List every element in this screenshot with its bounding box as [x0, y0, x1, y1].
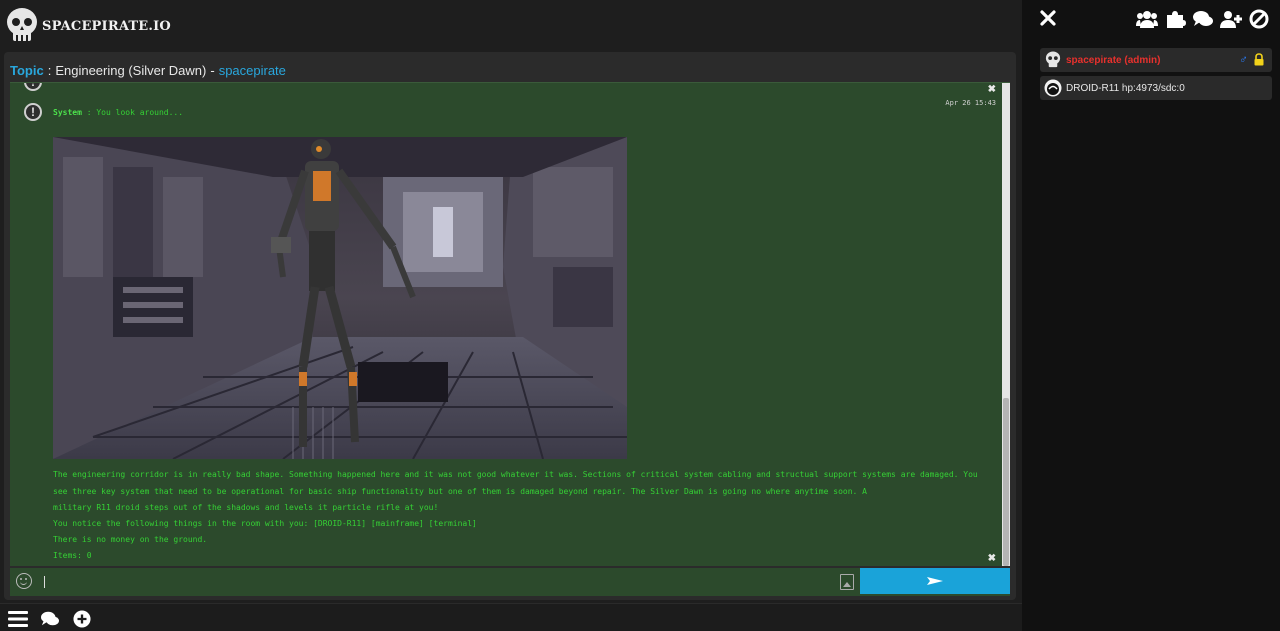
image-upload-icon[interactable] — [840, 574, 854, 590]
room-description-line: military R11 droid steps out of the shad… — [53, 503, 439, 512]
skull-avatar — [1045, 51, 1061, 68]
message-sender: System — [53, 108, 82, 117]
scrollbar-thumb[interactable] — [1003, 398, 1009, 566]
sidebar-toolbar — [1136, 9, 1270, 29]
room-items-line: Items: 0 — [53, 551, 92, 560]
menu-icon[interactable] — [8, 610, 28, 628]
close-icon[interactable] — [1040, 10, 1056, 26]
chat-bubbles-icon[interactable] — [40, 610, 60, 628]
close-message-icon[interactable]: ✖ — [988, 553, 996, 564]
message-timestamp: Apr 26 15:43 — [945, 99, 996, 107]
alert-icon: ! — [24, 103, 42, 121]
user-name: DROID-R11 hp:4973/sdc:0 — [1066, 82, 1185, 94]
topic-bar: Topic : Engineering (Silver Dawn) - spac… — [10, 60, 286, 80]
puzzle-icon[interactable] — [1164, 9, 1186, 29]
chat-panel: Topic : Engineering (Silver Dawn) - spac… — [4, 52, 1016, 600]
topic-owner-link[interactable]: spacepirate — [219, 63, 286, 78]
users-group-icon[interactable] — [1136, 9, 1158, 29]
brand-logo[interactable]: SPACEPIRATE.IO — [4, 6, 171, 46]
text-cursor — [44, 576, 45, 588]
male-gender-icon: ♂ — [1239, 52, 1248, 66]
room-description-line: see three key system that need to be ope… — [53, 487, 867, 496]
topic-dash: - — [210, 62, 215, 78]
user-list-item[interactable]: spacepirate (admin) ♂ — [1040, 48, 1272, 72]
user-list-item[interactable]: DROID-R11 hp:4973/sdc:0 — [1040, 76, 1272, 100]
emoji-icon[interactable] — [16, 573, 32, 589]
topic-separator: : — [47, 62, 52, 78]
message-text: : You look around... — [86, 108, 184, 117]
alert-icon: ! — [24, 83, 42, 91]
send-icon — [927, 577, 943, 585]
message-input[interactable] — [42, 572, 832, 592]
send-button[interactable] — [860, 568, 1010, 594]
system-message: System : You look around... — [53, 108, 183, 117]
chat-bubbles-icon[interactable] — [1192, 9, 1214, 29]
brand-name: SPACEPIRATE.IO — [42, 18, 171, 34]
room-scene-image — [53, 137, 627, 459]
add-circle-icon[interactable] — [72, 610, 92, 628]
lock-icon — [1254, 53, 1264, 66]
add-user-icon[interactable] — [1220, 9, 1242, 29]
block-icon[interactable] — [1248, 9, 1270, 29]
close-message-icon[interactable]: ✖ — [988, 84, 996, 95]
user-sidebar: spacepirate (admin) ♂ DROID-R11 hp:4973/… — [1022, 0, 1280, 631]
app-root: SPACEPIRATE.IO Topic : Engineering (Silv… — [0, 0, 1280, 631]
topic-label: Topic — [10, 62, 44, 78]
message-scrollbar[interactable] — [1002, 83, 1010, 566]
composer — [10, 568, 1010, 596]
droid-avatar — [1044, 79, 1062, 97]
room-money-line: There is no money on the ground. — [53, 535, 208, 544]
bottom-toolbar — [0, 603, 1022, 631]
room-contents-line: You notice the following things in the r… — [53, 519, 477, 528]
room-description-line: The engineering corridor is in really ba… — [53, 470, 978, 479]
topic-name: Engineering (Silver Dawn) — [55, 62, 207, 78]
user-name: spacepirate (admin) — [1066, 54, 1161, 66]
skull-icon — [7, 8, 37, 41]
message-log[interactable]: ! ✖ ! System : You look around... Apr 26… — [10, 82, 1010, 566]
